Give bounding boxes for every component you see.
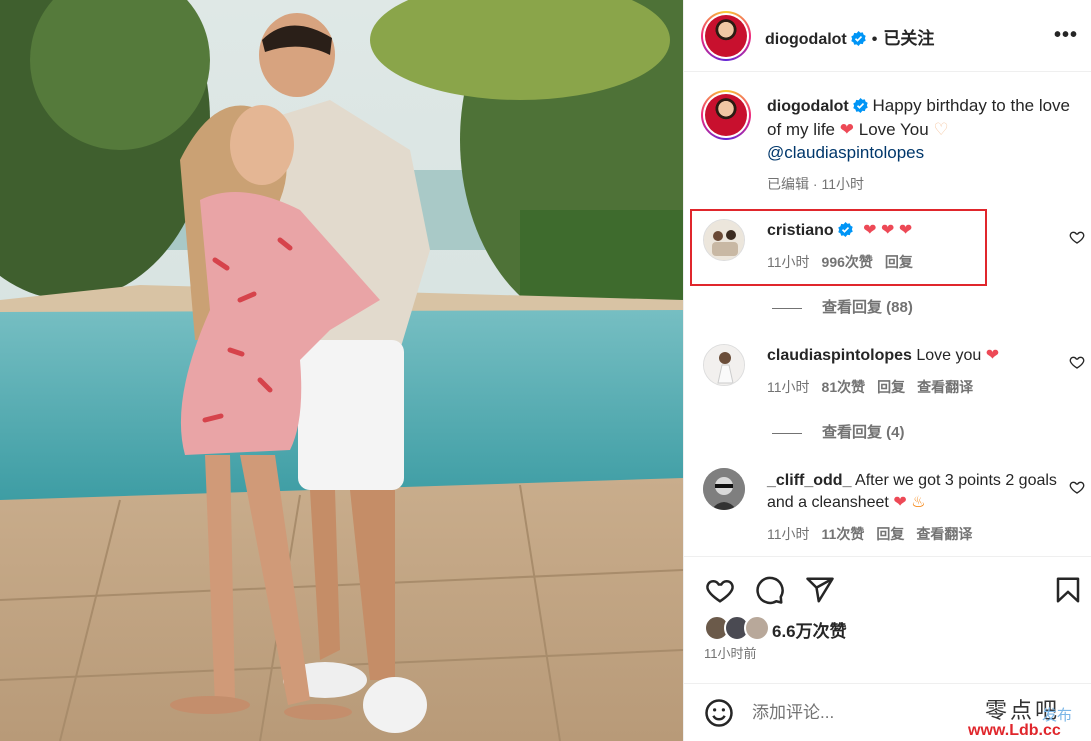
comment-time: 11小时 <box>767 254 810 270</box>
liker-avatar[interactable] <box>744 615 770 641</box>
comment-input[interactable] <box>752 698 972 728</box>
comment-likes[interactable]: 81次赞 <box>822 379 866 395</box>
reply-button[interactable]: 回复 <box>885 254 913 270</box>
post-side-panel: diogodalot • 已关注 ••• diogodalot Happy birt… <box>683 0 1091 741</box>
comment-likes[interactable]: 996次赞 <box>822 254 873 270</box>
caption-meta: 已编辑 · 11小时 <box>767 176 864 192</box>
header-user-line: diogodalot • 已关注 <box>765 24 934 49</box>
caption-text-2: Love You <box>858 120 929 139</box>
watermark-url: www.Ldb.cc <box>968 722 1061 739</box>
author-username[interactable]: diogodalot <box>765 31 847 48</box>
caption-avatar[interactable] <box>701 90 751 140</box>
heart-hands-emoji: ♡ <box>933 120 949 139</box>
comment-item: cristiano ❤ ❤ ❤ 11小时 996次赞 回复 <box>767 220 1067 273</box>
comment-username[interactable]: _cliff_odd_ <box>767 472 851 489</box>
author-avatar[interactable] <box>701 11 751 61</box>
post-caption: diogodalot Happy birthday to the love of… <box>767 94 1072 196</box>
translate-button[interactable]: 查看翻译 <box>916 526 972 542</box>
likes-count[interactable]: 6.6万次赞 <box>772 617 847 642</box>
comment-meta: 11小时 81次赞 回复 查看翻译 <box>767 376 1067 398</box>
comment-time: 11小时 <box>767 526 810 542</box>
verified-icon <box>851 31 866 46</box>
separator-dot: • <box>871 31 878 48</box>
comment-likes[interactable]: 11次赞 <box>822 526 865 542</box>
verified-icon <box>837 222 853 237</box>
reply-button[interactable]: 回复 <box>877 379 905 395</box>
like-comment-icon[interactable] <box>1069 229 1085 245</box>
red-heart-emoji: ❤ <box>839 120 855 139</box>
commenter-avatar[interactable] <box>703 468 745 510</box>
emoji-icon[interactable] <box>704 698 734 728</box>
comment-item: _cliff_odd_ After we got 3 points 2 goal… <box>767 470 1067 545</box>
red-heart-emoji: ❤ ❤ ❤ <box>863 222 913 239</box>
comment-icon[interactable] <box>755 575 785 605</box>
verified-icon <box>853 98 868 113</box>
red-heart-emoji: ❤ <box>893 494 907 511</box>
commenter-avatar[interactable] <box>703 219 745 261</box>
like-comment-icon[interactable] <box>1069 354 1085 370</box>
post-header: diogodalot • 已关注 ••• <box>684 0 1091 72</box>
reply-button[interactable]: 回复 <box>876 526 904 542</box>
view-replies-button[interactable]: 查看回复 (88) <box>772 296 913 317</box>
fire-emoji: ♨ <box>911 494 926 511</box>
like-comment-icon[interactable] <box>1069 479 1085 495</box>
comment-item: claudiaspintolopes Love you ❤ 11小时 81次赞 回复… <box>767 345 1067 398</box>
view-replies-button[interactable]: 查看回复 (4) <box>772 421 905 442</box>
post-time: 11小时前 <box>704 646 757 661</box>
follow-button[interactable]: 已关注 <box>883 29 934 48</box>
comment-username[interactable]: claudiaspintolopes <box>767 347 912 364</box>
comment-username[interactable]: cristiano <box>767 222 834 239</box>
translate-button[interactable]: 查看翻译 <box>917 379 973 395</box>
comment-text: Love you <box>916 347 982 364</box>
comment-meta: 11小时 11次赞 回复 查看翻译 <box>767 523 1067 545</box>
red-heart-emoji: ❤ <box>985 347 1000 364</box>
bookmark-icon[interactable] <box>1053 575 1083 605</box>
comment-meta: 11小时 996次赞 回复 <box>767 251 1067 273</box>
post-photo[interactable] <box>0 0 683 741</box>
comment-time: 11小时 <box>767 379 810 395</box>
heart-icon[interactable] <box>705 575 735 605</box>
caption-username[interactable]: diogodalot <box>767 98 849 115</box>
post-image <box>0 0 683 741</box>
commenter-avatar[interactable] <box>703 344 745 386</box>
caption-mention-link[interactable]: @claudiaspintolopes <box>767 143 924 162</box>
more-icon[interactable]: ••• <box>1054 24 1078 47</box>
share-icon[interactable] <box>805 575 835 605</box>
